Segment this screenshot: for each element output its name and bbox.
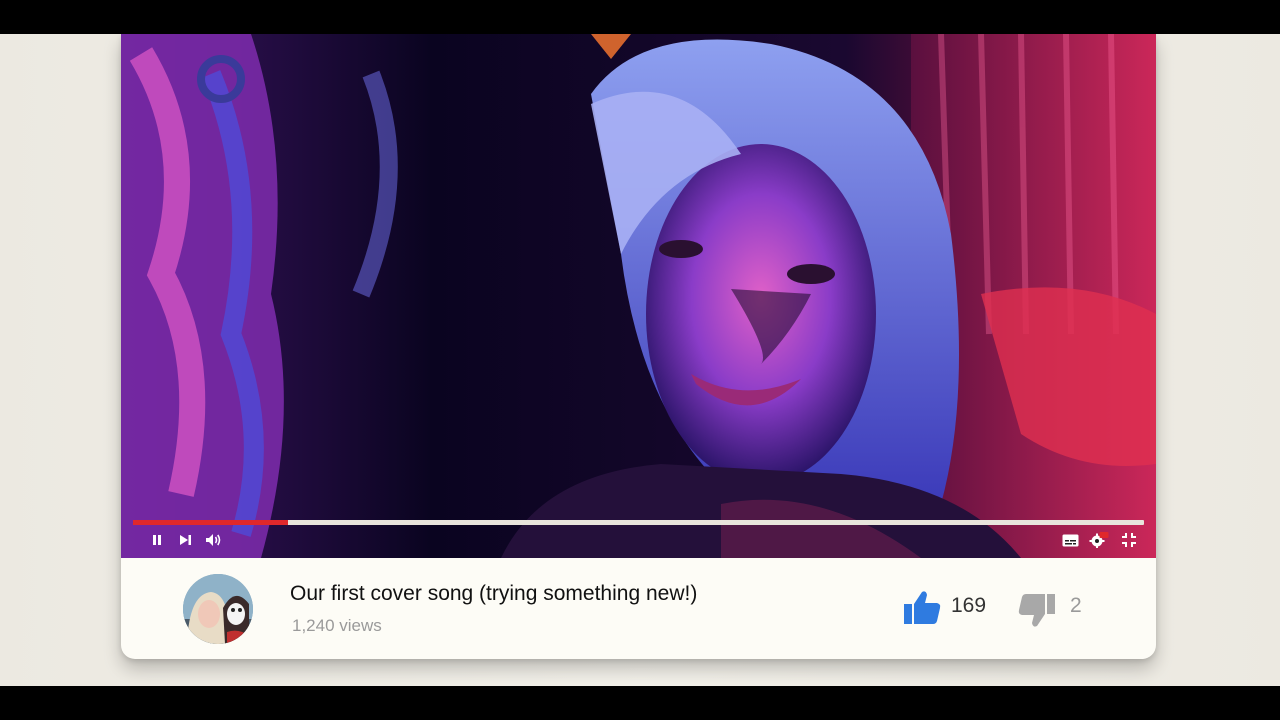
view-count: 1,240 views [292, 616, 382, 635]
settings-button[interactable] [1088, 530, 1110, 550]
progress-bar[interactable] [133, 520, 1144, 525]
dislike-count: 2 [1070, 594, 1082, 617]
subtitles-icon [1062, 534, 1078, 546]
next-button[interactable] [174, 530, 196, 550]
subtitles-button[interactable] [1059, 530, 1081, 550]
dislike-button[interactable] [1017, 590, 1057, 630]
settings-hd-icon [1089, 532, 1109, 548]
pause-icon [153, 535, 161, 545]
exit-fullscreen-button[interactable] [1118, 530, 1140, 550]
like-button[interactable] [902, 588, 942, 628]
exit-fullscreen-icon [1122, 533, 1136, 547]
thumbs-up-icon [904, 591, 941, 624]
like-count: 169 [951, 594, 987, 617]
pause-button[interactable] [146, 530, 168, 550]
volume-button[interactable] [203, 530, 225, 550]
avatar-image [183, 574, 253, 644]
video-frame [121, 34, 1156, 558]
video-title: Our first cover song (trying something n… [290, 582, 698, 605]
video-info: Our first cover song (trying something n… [121, 558, 1156, 659]
video-card: Our first cover song (trying something n… [121, 34, 1156, 659]
player-controls [121, 530, 1156, 552]
thumbs-down-icon [1018, 594, 1055, 627]
video-player[interactable] [121, 34, 1156, 558]
volume-icon [206, 534, 221, 546]
next-icon [179, 535, 191, 545]
page-background: Our first cover song (trying something n… [0, 34, 1280, 686]
progress-fill [133, 520, 288, 525]
channel-avatar[interactable] [183, 574, 253, 644]
